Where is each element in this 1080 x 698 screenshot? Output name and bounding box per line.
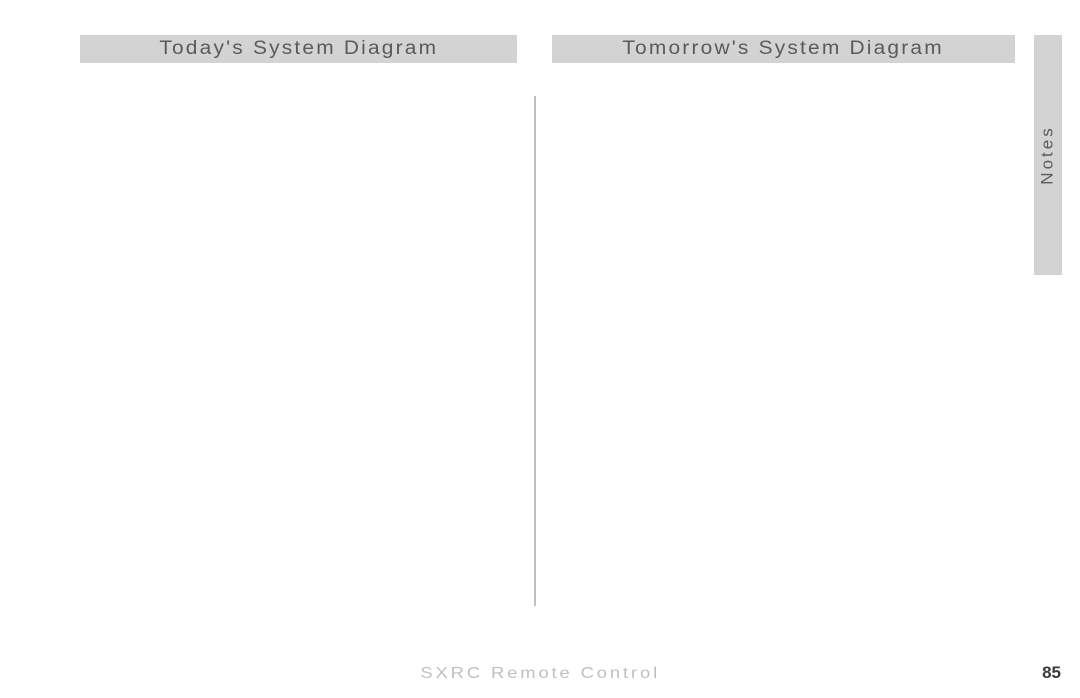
page-number: 85 [1042, 663, 1061, 683]
left-diagram-area [80, 70, 517, 610]
right-diagram-area [552, 70, 1015, 610]
vertical-divider [534, 96, 536, 606]
side-tab-label: Notes [1038, 125, 1058, 184]
footer-container: SXRC Remote Control [0, 665, 1080, 683]
side-tab-panel: Notes [1034, 35, 1062, 275]
header-right-title: Tomorrow's System Diagram [623, 38, 944, 60]
footer-title: SXRC Remote Control [420, 665, 660, 683]
page-container: Today's System Diagram Tomorrow's System… [0, 0, 1080, 698]
header-right-panel: Tomorrow's System Diagram [552, 35, 1015, 63]
header-left-title: Today's System Diagram [159, 38, 438, 60]
header-left-panel: Today's System Diagram [80, 35, 517, 63]
